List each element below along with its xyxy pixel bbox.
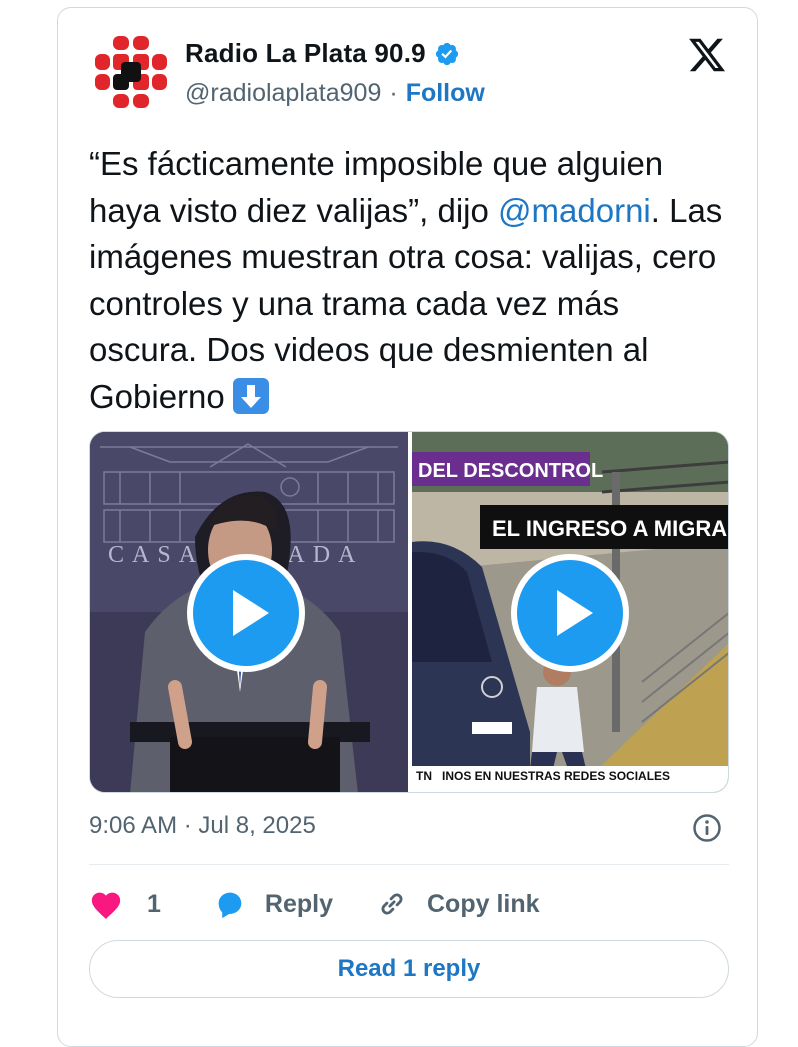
video-2-overlay-tag: DEL DESCONTROL	[418, 460, 603, 482]
copy-link-label: Copy link	[427, 889, 540, 918]
verified-badge-icon	[435, 42, 458, 65]
author-handle[interactable]: @radiolaplata909	[185, 79, 381, 108]
video-2-ticker-text: INOS EN NUESTRAS REDES SOCIALES	[442, 769, 670, 783]
author-handle-row: @radiolaplata909 · Follow	[185, 79, 485, 108]
copy-link-button[interactable]: Copy link	[375, 887, 540, 921]
play-button-1[interactable]	[187, 554, 305, 672]
read-replies-button[interactable]: Read 1 reply	[89, 940, 729, 998]
read-replies-label: Read 1 reply	[337, 955, 481, 982]
heart-icon	[91, 892, 121, 920]
media-grid: CASA ROSADA DEL DESCONTROL EL INGRESO A …	[89, 431, 729, 793]
video-thumbnail-1[interactable]: CASA ROSADA	[90, 432, 408, 792]
reply-bubble-icon	[218, 892, 242, 919]
follow-link[interactable]: Follow	[406, 79, 485, 108]
handle-separator: ·	[389, 79, 398, 107]
x-logo-icon[interactable]	[686, 35, 728, 75]
tweet-timestamp[interactable]: 9:06 AM · Jul 8, 2025	[89, 812, 316, 840]
like-button[interactable]: 1	[89, 888, 161, 920]
play-button-2[interactable]	[511, 554, 629, 672]
reply-button[interactable]: Reply	[213, 887, 333, 921]
video-thumbnail-2[interactable]: DEL DESCONTROL EL INGRESO A MIGRACI TN I…	[412, 432, 729, 792]
reply-label: Reply	[264, 889, 333, 918]
mention-link[interactable]: @madorni	[498, 192, 651, 229]
play-icon	[557, 590, 593, 636]
divider	[89, 864, 729, 865]
video-2-overlay-title: EL INGRESO A MIGRACI	[492, 516, 729, 541]
video-2-ticker-source: TN	[416, 769, 432, 783]
like-count: 1	[147, 889, 161, 918]
tweet-text: “Es fácticamente imposible que alguien h…	[89, 141, 729, 420]
author-name-row: Radio La Plata 90.9	[185, 38, 460, 69]
down-arrow-emoji-icon	[232, 377, 269, 414]
link-icon	[381, 893, 403, 915]
tweet-actions: 1 Reply Copy link	[89, 884, 540, 924]
author-display-name[interactable]: Radio La Plata 90.9	[185, 38, 426, 69]
avatar[interactable]	[93, 34, 169, 110]
info-icon[interactable]	[691, 812, 723, 844]
play-icon	[233, 590, 269, 636]
